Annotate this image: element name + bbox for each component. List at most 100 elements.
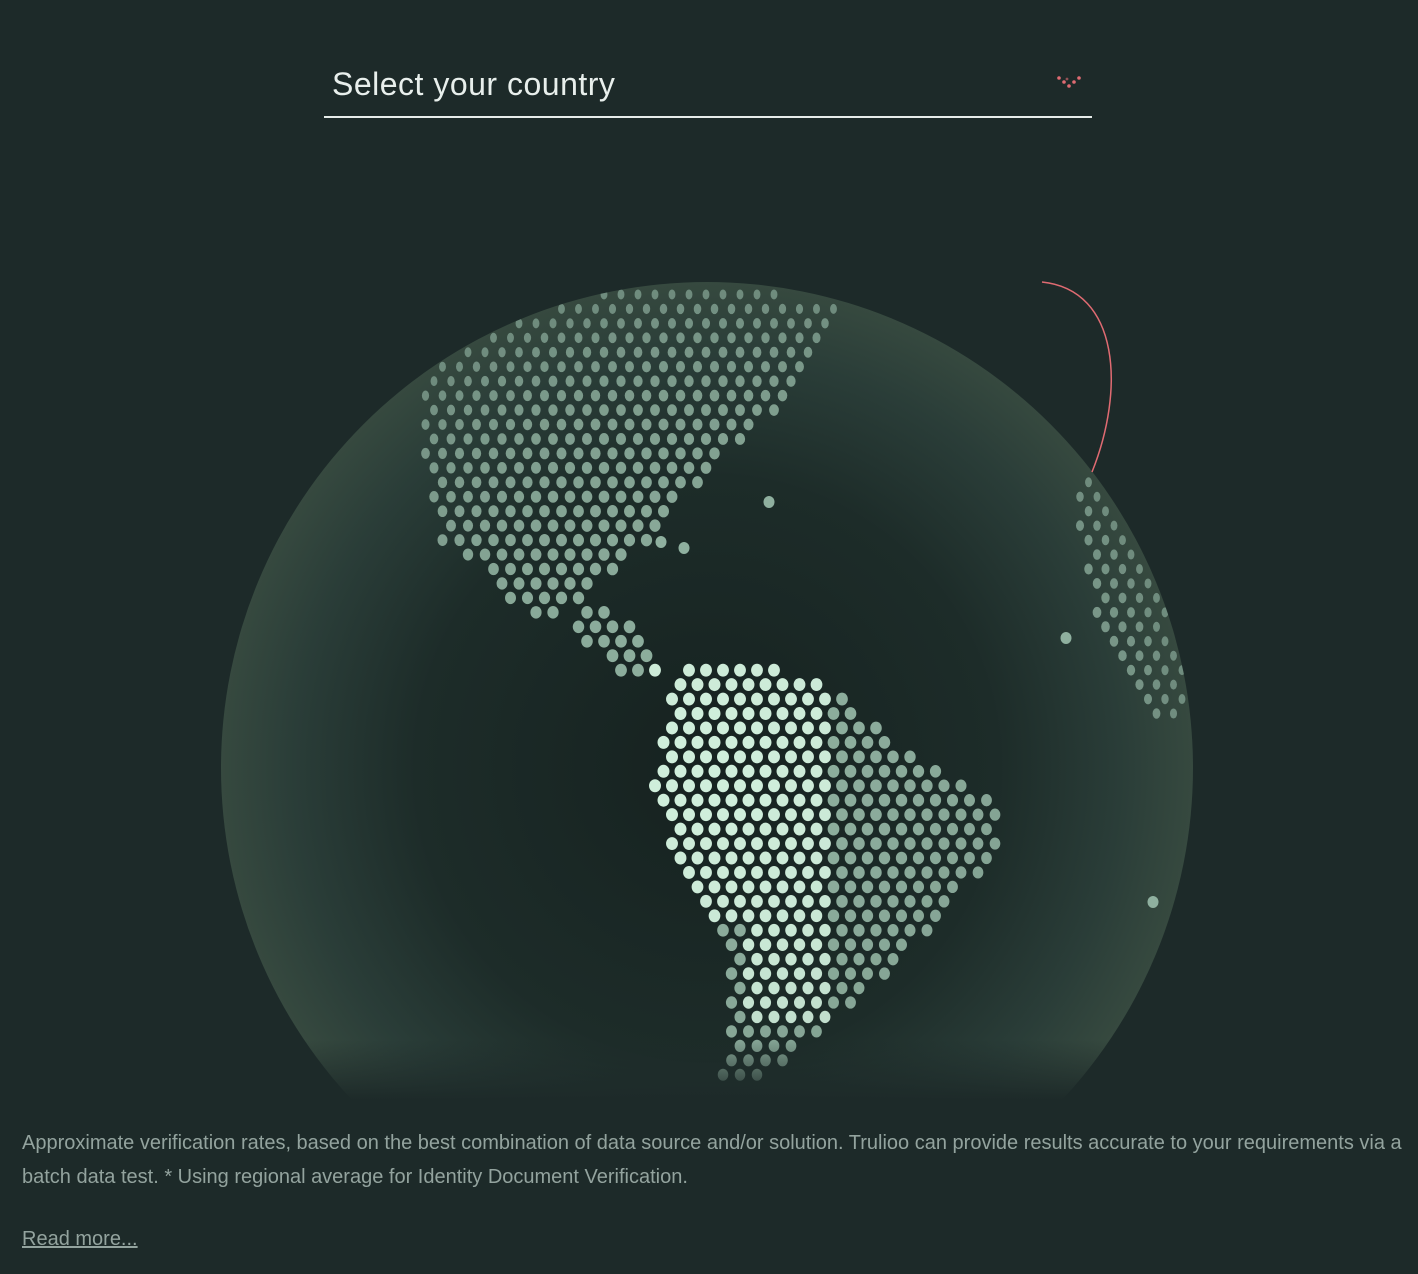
map-dot <box>895 909 908 923</box>
map-dot <box>770 289 778 300</box>
map-dot <box>717 750 729 764</box>
map-dot <box>708 707 721 720</box>
map-dot <box>844 793 857 807</box>
map-dot <box>955 837 967 850</box>
map-dot <box>1152 650 1161 661</box>
map-dot <box>793 967 806 980</box>
map-dot <box>456 361 463 372</box>
map-dot <box>802 923 814 937</box>
map-dot <box>768 808 780 822</box>
map-dot <box>768 663 780 677</box>
map-dot <box>802 837 814 850</box>
map-dot <box>827 851 840 865</box>
map-dot <box>726 1025 737 1038</box>
map-dot <box>853 779 865 793</box>
map-dot <box>523 390 532 402</box>
map-dot <box>785 692 797 706</box>
map-dot <box>743 389 754 402</box>
map-dot <box>430 404 438 416</box>
map-dot <box>515 318 523 329</box>
map-dot <box>572 620 585 634</box>
map-dot <box>895 764 908 778</box>
map-dot <box>582 433 592 445</box>
map-dot <box>1110 578 1118 589</box>
map-dot <box>717 808 729 822</box>
map-dot <box>556 476 567 489</box>
map-dot <box>776 851 789 865</box>
map-dot <box>497 433 507 445</box>
map-dot <box>725 678 738 692</box>
map-dot <box>430 376 438 387</box>
map-dot <box>513 519 525 532</box>
map-dot <box>590 447 601 460</box>
map-dot <box>513 548 525 561</box>
map-dot <box>752 346 762 358</box>
map-dot <box>853 808 865 822</box>
map-dot <box>1126 635 1136 647</box>
map-dot <box>810 735 823 749</box>
map-dot <box>795 361 804 373</box>
map-dot <box>514 404 524 416</box>
map-dot <box>776 938 789 952</box>
map-dot <box>912 822 925 836</box>
map-dot <box>725 822 738 836</box>
map-dot <box>666 461 678 474</box>
map-dot <box>589 620 602 634</box>
map-dot <box>624 505 635 518</box>
map-dot <box>548 404 558 416</box>
map-dot <box>589 533 602 547</box>
map-dot <box>776 764 789 778</box>
map-dot <box>480 490 490 503</box>
map-dot <box>725 735 738 749</box>
map-dot <box>606 533 619 547</box>
map-dot <box>768 981 780 995</box>
map-dot <box>683 461 695 474</box>
map-dot <box>827 822 840 836</box>
map-dot <box>437 476 448 489</box>
map-dot <box>683 837 695 851</box>
map-dot <box>521 591 534 605</box>
map-dot <box>727 332 736 344</box>
globe-map[interactable] <box>0 240 1418 1100</box>
map-dot <box>1144 664 1152 676</box>
map-dot <box>777 1025 788 1038</box>
map-dot <box>439 361 446 372</box>
map-dot <box>793 793 806 807</box>
map-dot <box>717 779 729 793</box>
map-dot <box>530 490 542 503</box>
map-dot <box>751 721 763 735</box>
map-dot <box>489 390 498 402</box>
map-dot <box>573 389 584 402</box>
map-dot <box>616 346 626 358</box>
map-dot <box>759 764 772 778</box>
map-dot <box>836 895 848 908</box>
map-dot <box>607 447 618 460</box>
map-dot <box>657 793 670 807</box>
map-dot <box>785 923 797 937</box>
map-dot <box>632 490 644 503</box>
map-dot <box>658 361 669 373</box>
map-dot <box>819 779 831 793</box>
map-dot <box>725 938 738 952</box>
map-dot <box>625 361 634 373</box>
map-dot <box>913 909 924 922</box>
country-select[interactable]: Select your country <box>324 60 1092 118</box>
map-dot <box>827 793 840 807</box>
map-dot <box>624 389 635 402</box>
map-dot <box>1153 592 1160 603</box>
map-dot <box>1169 708 1178 719</box>
read-more-link[interactable]: Read more... <box>22 1228 138 1251</box>
map-dot <box>1178 665 1186 676</box>
map-dot <box>488 562 499 576</box>
map-dot <box>700 837 712 851</box>
map-dot <box>734 808 746 822</box>
map-dot <box>666 837 678 851</box>
map-dot <box>464 347 472 358</box>
map-dot <box>513 490 525 503</box>
map-dot <box>505 418 516 431</box>
map-dot <box>989 808 1001 821</box>
map-dot <box>836 923 848 937</box>
chevron-down-icon[interactable] <box>1056 74 1086 94</box>
map-dot <box>853 952 865 966</box>
map-dot <box>878 909 891 923</box>
